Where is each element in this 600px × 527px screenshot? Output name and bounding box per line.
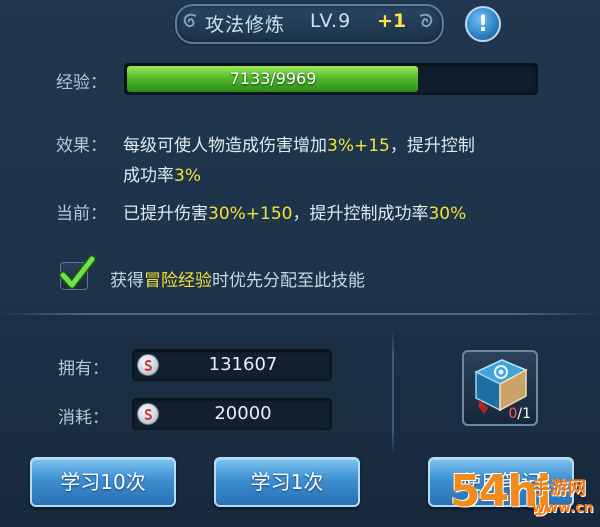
cost-label: 消耗： bbox=[58, 408, 109, 428]
auto-allocate-checkbox[interactable] bbox=[59, 255, 96, 290]
info-button[interactable]: ! bbox=[465, 6, 501, 42]
cost-value: 20000 bbox=[214, 403, 272, 424]
effect-label: 效果： bbox=[56, 136, 107, 156]
owned-field: 131607 bbox=[132, 349, 332, 381]
site-watermark: 54hj 手游网 www.cn bbox=[450, 466, 594, 517]
effect-line-2: 成功率3% bbox=[123, 166, 201, 186]
skill-name: 攻法修炼 bbox=[205, 14, 286, 36]
learn-1-button[interactable]: 学习1次 bbox=[214, 457, 360, 507]
item-count: 0/1 bbox=[508, 406, 531, 422]
current-line: 已提升伤害30%+150，提升控制成功率30% bbox=[123, 204, 467, 224]
adventure-exp-text: 冒险经验 bbox=[144, 271, 212, 291]
skill-book-slot[interactable]: 0/1 bbox=[462, 350, 538, 426]
experience-text: 7133/9969 bbox=[229, 69, 317, 88]
learn-10-button[interactable]: 学习10次 bbox=[30, 457, 176, 507]
checkmark-icon bbox=[59, 255, 96, 289]
current-control-value: 30% bbox=[428, 204, 467, 224]
vertical-divider bbox=[392, 330, 394, 455]
swirl-ornament-icon bbox=[414, 10, 438, 34]
currency-icon bbox=[137, 354, 159, 376]
level-bonus: +1 bbox=[377, 10, 407, 32]
exclamation-icon: ! bbox=[477, 11, 489, 37]
owned-label: 拥有： bbox=[58, 359, 109, 379]
experience-bar: 7133/9969 bbox=[124, 63, 538, 95]
current-label: 当前： bbox=[56, 204, 107, 224]
currency-icon bbox=[137, 403, 159, 425]
effect-control-value: 3% bbox=[174, 166, 201, 186]
effect-value: 3%+15 bbox=[327, 136, 390, 156]
swirl-ornament-icon bbox=[178, 10, 202, 34]
current-damage-value: 30%+150 bbox=[208, 204, 293, 224]
auto-allocate-label: 获得冒险经验时优先分配至此技能 bbox=[110, 271, 365, 291]
cost-field: 20000 bbox=[132, 398, 332, 430]
skill-level: LV.9 bbox=[310, 10, 352, 32]
owned-value: 131607 bbox=[208, 354, 278, 375]
effect-line-1: 每级可使人物造成伤害增加3%+15，提升控制 bbox=[123, 136, 475, 156]
experience-label: 经验： bbox=[56, 73, 107, 93]
